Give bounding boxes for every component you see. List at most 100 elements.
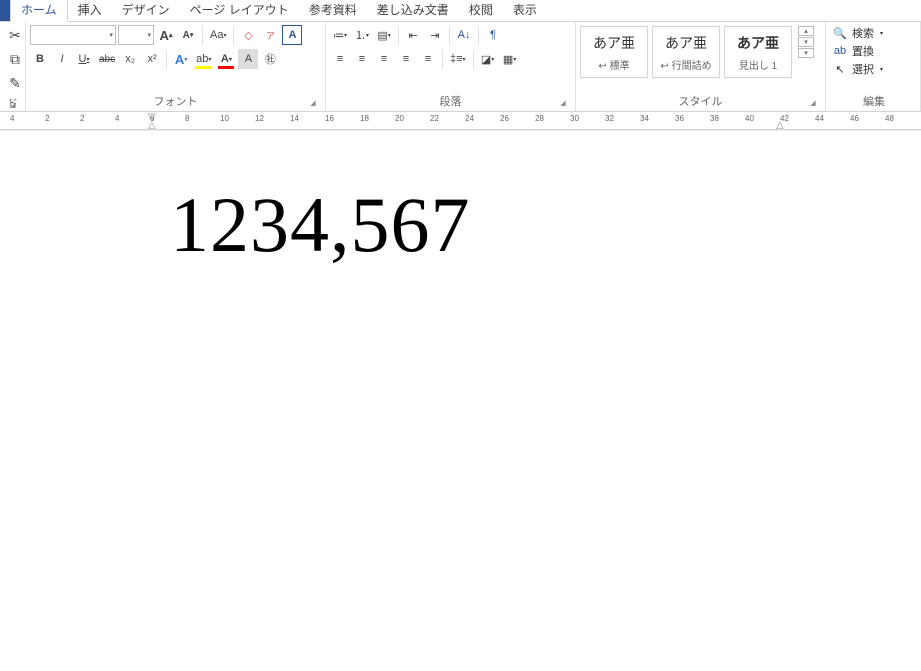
tab-mailings[interactable]: 差し込み文書 [367, 0, 459, 21]
scissors-icon: ✂ [9, 27, 21, 44]
italic-button[interactable]: I [52, 49, 72, 69]
tab-review[interactable]: 校閲 [459, 0, 503, 21]
italic-icon: I [60, 53, 63, 65]
paragraph-dialog-launcher[interactable] [556, 96, 570, 110]
bold-button[interactable]: B [30, 49, 50, 69]
show-marks-button[interactable]: ¶ [483, 25, 503, 45]
ruler-tick: 40 [745, 114, 754, 123]
ruler-tick: 42 [780, 114, 789, 123]
styles-dialog-launcher[interactable] [806, 96, 820, 110]
style-nospacing[interactable]: あア亜 ↩ 行間詰め [652, 26, 720, 78]
ruler-tick: 38 [710, 114, 719, 123]
change-case-button[interactable]: Aa▾ [207, 25, 229, 45]
style-label: ↩ 標準 [598, 57, 629, 72]
highlight-button[interactable]: ab▾ [193, 49, 214, 69]
char-shading-button[interactable]: A [238, 49, 258, 69]
decrease-indent-button[interactable]: ⇤ [403, 25, 423, 45]
ruler-tick: 4 [115, 114, 119, 123]
strikethrough-button[interactable]: abc [96, 49, 118, 69]
enclosed-char-button[interactable]: ㊓ [260, 49, 280, 69]
group-clipboard: ✂ ⧉ ✎ ド [0, 22, 26, 111]
select-button[interactable]: ↖選択▾ [832, 60, 916, 78]
horizontal-ruler[interactable]: ▽ △ △ 8642246810121416182022242628303234… [0, 112, 921, 130]
line-spacing-icon: ‡≡ [450, 53, 463, 65]
chevron-down-icon: ▾ [147, 31, 151, 39]
clipboard-dialog-launcher[interactable] [6, 98, 20, 112]
clipboard-group-label: ド [4, 94, 21, 113]
char-shading-icon: A [245, 53, 252, 65]
subscript-button[interactable]: x₂ [120, 49, 140, 69]
grow-font-button[interactable]: A▴ [156, 25, 176, 45]
tab-layout[interactable]: ページ レイアウト [180, 0, 299, 21]
underline-button[interactable]: U▾ [74, 49, 94, 69]
ruler-tick: 18 [360, 114, 369, 123]
brush-icon: ✎ [9, 75, 21, 92]
text-effects-icon: A [175, 52, 184, 67]
text-effects-button[interactable]: A▾ [171, 49, 191, 69]
find-button[interactable]: 🔍検索▾ [832, 24, 916, 42]
highlight-icon: ab [196, 53, 208, 65]
shading-icon: ◪ [481, 53, 491, 66]
align-center-icon: ≡ [359, 53, 365, 65]
ruler-tick: 6 [150, 114, 154, 123]
style-heading1[interactable]: あア亜 見出し 1 [724, 26, 792, 78]
sort-icon: A↓ [458, 29, 471, 41]
align-right-button[interactable]: ≡ [374, 49, 394, 69]
numbering-button[interactable]: ⒈▾ [352, 25, 372, 45]
font-size-combo[interactable]: ▾ [118, 25, 154, 45]
font-name-combo[interactable]: ▾ [30, 25, 116, 45]
clear-formatting-button[interactable]: ◇ [238, 25, 258, 45]
chevron-down-icon[interactable]: ▾ [798, 37, 814, 47]
font-color-button[interactable]: A▾ [216, 49, 236, 69]
replace-button[interactable]: ab置換 [832, 42, 916, 60]
tab-home[interactable]: ホーム [10, 0, 68, 22]
ruler-tick: 2 [45, 114, 49, 123]
group-editing: 🔍検索▾ ab置換 ↖選択▾ 編集 [826, 22, 921, 111]
shrink-font-button[interactable]: A▾ [178, 25, 198, 45]
document-page[interactable]: 1234,567 [0, 130, 921, 670]
char-border-button[interactable]: A [282, 25, 302, 45]
ruler-tick: 2 [80, 114, 84, 123]
style-sample: あア亜 [737, 33, 779, 53]
tab-references[interactable]: 参考資料 [299, 0, 367, 21]
style-normal[interactable]: あア亜 ↩ 標準 [580, 26, 648, 78]
align-distribute-button[interactable]: ≡ [418, 49, 438, 69]
styles-scroll[interactable]: ▴ ▾ ▾ [798, 26, 814, 58]
strike-icon: abc [99, 54, 115, 65]
align-left-button[interactable]: ≡ [330, 49, 350, 69]
increase-indent-button[interactable]: ⇥ [425, 25, 445, 45]
pilcrow-icon: ¶ [490, 29, 496, 41]
ruler-tick: 34 [640, 114, 649, 123]
multilevel-button[interactable]: ▤▾ [374, 25, 394, 45]
group-paragraph: ≔▾ ⒈▾ ▤▾ ⇤ ⇥ A↓ ¶ ≡ ≡ ≡ ≡ ≡ ‡≡▾ ◪▾ [326, 22, 576, 111]
style-sample: あア亜 [593, 33, 635, 53]
font-dialog-launcher[interactable] [306, 96, 320, 110]
borders-button[interactable]: ▦▾ [500, 49, 520, 69]
bullets-button[interactable]: ≔▾ [330, 25, 350, 45]
superscript-button[interactable]: x² [142, 49, 162, 69]
align-center-button[interactable]: ≡ [352, 49, 372, 69]
document-text[interactable]: 1234,567 [170, 180, 921, 270]
align-justify-button[interactable]: ≡ [396, 49, 416, 69]
format-painter-button[interactable]: ✎ [4, 72, 26, 94]
char-border-icon: A [289, 29, 297, 41]
tab-design[interactable]: デザイン [112, 0, 180, 21]
styles-group-label: スタイル [580, 92, 821, 111]
sort-button[interactable]: A↓ [454, 25, 474, 45]
chevron-up-icon[interactable]: ▴ [798, 26, 814, 36]
replace-icon: ab [832, 45, 848, 57]
eraser-icon: ◇ [244, 29, 252, 42]
ruler-tick: 36 [675, 114, 684, 123]
tab-file[interactable] [0, 0, 10, 21]
tab-view[interactable]: 表示 [503, 0, 547, 21]
line-spacing-button[interactable]: ‡≡▾ [447, 49, 469, 69]
phonetic-guide-button[interactable]: ア [260, 25, 280, 45]
styles-expand-icon[interactable]: ▾ [798, 48, 814, 58]
copy-button[interactable]: ⧉ [4, 48, 26, 70]
shading-button[interactable]: ◪▾ [478, 49, 498, 69]
cut-button[interactable]: ✂ [4, 24, 26, 46]
tab-insert[interactable]: 挿入 [68, 0, 112, 21]
multilevel-icon: ▤ [377, 29, 387, 42]
align-dist-icon: ≡ [425, 53, 431, 65]
ruler-tick: 44 [815, 114, 824, 123]
